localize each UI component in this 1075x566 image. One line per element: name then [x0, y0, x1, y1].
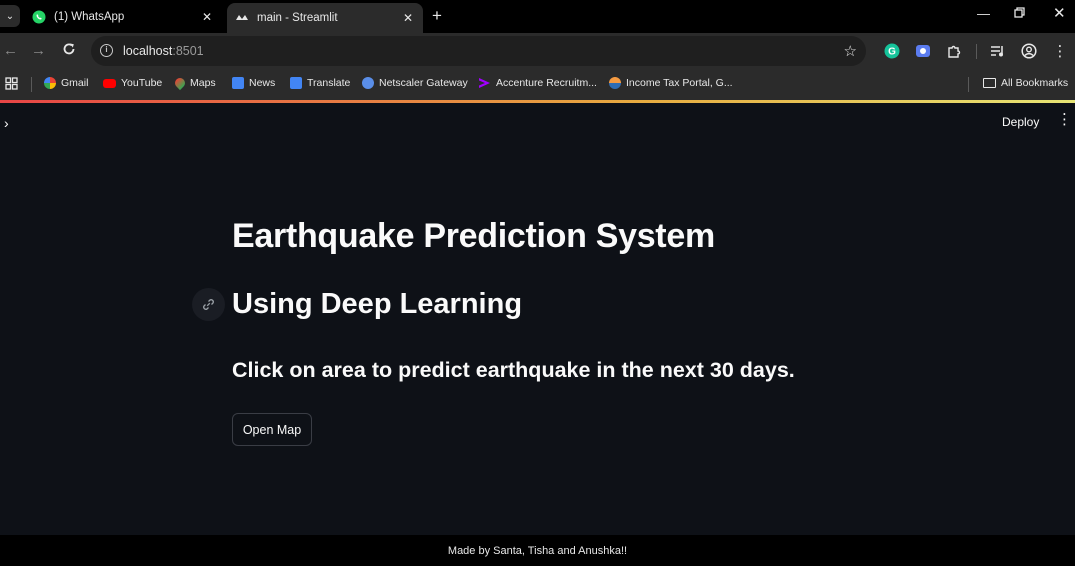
- reload-icon[interactable]: [62, 42, 76, 61]
- netscaler-icon: [362, 77, 374, 89]
- income-tax-icon: [609, 77, 621, 89]
- bookmarks-bar: Gmail YouTube Maps News Translate Netsca…: [0, 69, 1075, 100]
- tab-title: main - Streamlit: [257, 12, 338, 24]
- all-bookmarks-button[interactable]: All Bookmarks: [983, 77, 1068, 89]
- maps-pin-icon: [172, 75, 188, 91]
- main-menu-icon[interactable]: ⋮: [1057, 112, 1072, 127]
- open-map-button[interactable]: Open Map: [232, 413, 312, 446]
- app-footer: Made by Santa, Tisha and Anushka!!: [0, 535, 1075, 566]
- toolbar-divider: [976, 44, 977, 59]
- chevron-down-icon: ⌄: [5, 10, 15, 22]
- bookmark-youtube[interactable]: YouTube: [103, 77, 162, 89]
- bookmark-gmail[interactable]: Gmail: [44, 77, 88, 89]
- back-icon[interactable]: ←: [3, 42, 18, 60]
- tab-streamlit[interactable]: main - Streamlit ✕: [227, 3, 423, 33]
- accenture-icon: [478, 77, 491, 89]
- bookmark-label: Maps: [190, 77, 216, 89]
- bookmark-accenture[interactable]: Accenture Recruitm...: [478, 77, 597, 89]
- grammarly-icon[interactable]: G: [884, 43, 900, 59]
- tab-search-button[interactable]: ⌄: [0, 5, 20, 27]
- tab-title: (1) WhatsApp: [54, 10, 125, 23]
- address-bar[interactable]: i localhost:8501 ☆: [91, 36, 866, 66]
- page-subtitle: Using Deep Learning: [232, 288, 523, 320]
- sidebar-expand-chevron-icon[interactable]: ›: [4, 115, 9, 131]
- instruction-heading: Click on area to predict earthquake in t…: [232, 358, 795, 382]
- url-text: localhost:8501: [123, 44, 204, 58]
- bookmark-label: Accenture Recruitm...: [496, 77, 597, 89]
- bookmark-label: Netscaler Gateway: [379, 77, 468, 89]
- whatsapp-icon: [32, 10, 46, 24]
- all-bookmarks-label: All Bookmarks: [1001, 77, 1069, 89]
- header-anchor-link-icon[interactable]: [192, 288, 225, 321]
- extensions-puzzle-icon[interactable]: [946, 43, 962, 59]
- bookmark-translate[interactable]: Translate: [290, 77, 350, 89]
- restore-icon[interactable]: [1014, 6, 1025, 21]
- site-info-icon[interactable]: i: [100, 44, 113, 57]
- bookmark-netscaler[interactable]: Netscaler Gateway: [362, 77, 468, 89]
- screen-record-icon[interactable]: [915, 43, 931, 59]
- deploy-button[interactable]: Deploy: [1002, 115, 1039, 129]
- streamlit-app: › Deploy ⋮ Earthquake Prediction System …: [0, 103, 1075, 535]
- tab-whatsapp[interactable]: (1) WhatsApp ✕: [24, 3, 222, 30]
- bookmark-income-tax[interactable]: Income Tax Portal, G...: [609, 77, 733, 89]
- folder-icon: [983, 78, 996, 88]
- bookmark-maps[interactable]: Maps: [172, 75, 216, 91]
- browser-menu-icon[interactable]: ⋮: [1052, 43, 1068, 60]
- apps-grid-icon[interactable]: [5, 77, 18, 90]
- url-host: localhost: [123, 44, 173, 58]
- close-tab-icon[interactable]: ✕: [403, 11, 413, 25]
- bookmark-label: Gmail: [61, 77, 89, 89]
- bookmarks-divider: [968, 77, 969, 92]
- profile-icon[interactable]: [1021, 43, 1037, 59]
- bookmark-label: News: [249, 77, 276, 89]
- bookmarks-divider: [31, 77, 32, 92]
- page-title: Earthquake Prediction System: [232, 217, 715, 255]
- google-icon: [44, 77, 56, 89]
- youtube-icon: [103, 78, 116, 88]
- new-tab-button[interactable]: +: [432, 6, 442, 26]
- forward-icon[interactable]: →: [31, 42, 46, 60]
- browser-tab-bar: ⌄ (1) WhatsApp ✕ main - Streamlit ✕ + — …: [0, 0, 1075, 33]
- url-port: :8501: [172, 44, 204, 58]
- minimize-icon[interactable]: —: [977, 6, 990, 21]
- bookmark-label: Income Tax Portal, G...: [626, 77, 733, 89]
- bookmark-star-icon[interactable]: ☆: [844, 42, 857, 60]
- browser-toolbar: ← → i localhost:8501 ☆ G ⋮: [0, 33, 1075, 69]
- media-controls-icon[interactable]: [990, 43, 1006, 59]
- streamlit-icon: [235, 11, 249, 25]
- close-tab-icon[interactable]: ✕: [202, 10, 212, 24]
- svg-text:G: G: [888, 47, 896, 58]
- google-news-icon: [232, 77, 244, 89]
- bookmark-label: YouTube: [121, 77, 163, 89]
- bookmark-news[interactable]: News: [232, 77, 275, 89]
- close-window-icon[interactable]: ✕: [1053, 4, 1066, 22]
- bookmark-label: Translate: [307, 77, 351, 89]
- translate-icon: [290, 77, 302, 89]
